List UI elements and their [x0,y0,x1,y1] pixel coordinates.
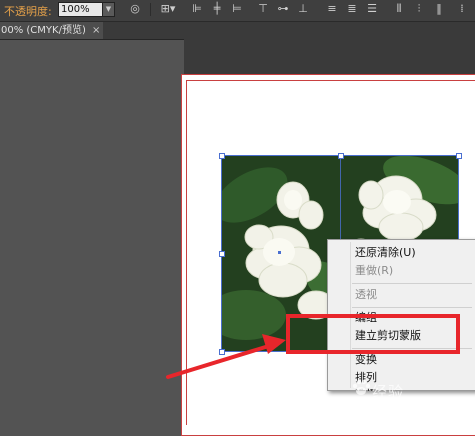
annotation-arrow-icon [166,334,286,379]
watermark-text: 经验 [372,383,405,401]
baidu-paw-icon [352,379,371,395]
